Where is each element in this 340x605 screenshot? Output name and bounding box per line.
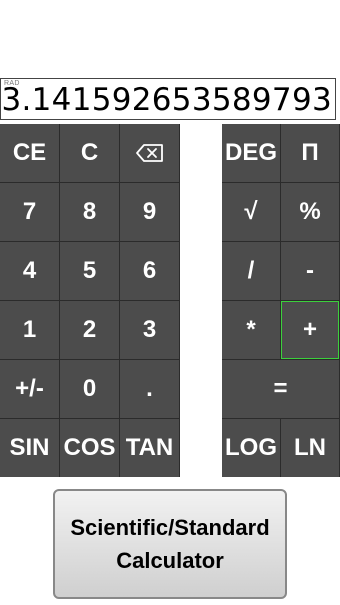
multiply-button[interactable]: * <box>222 301 280 359</box>
percent-button[interactable]: % <box>281 183 339 241</box>
digit-6-button[interactable]: 6 <box>120 242 179 300</box>
right-keypad: DEG Π √% / - * + = LOG LN <box>222 124 340 477</box>
sin-button[interactable]: SIN <box>0 419 59 477</box>
pi-button[interactable]: Π <box>281 124 339 182</box>
digit-3-button[interactable]: 3 <box>120 301 179 359</box>
deg-button[interactable]: DEG <box>222 124 280 182</box>
display-value: 3.141592653589793 <box>1 82 332 118</box>
digit-0-button[interactable]: 0 <box>60 360 119 418</box>
clear-button[interactable]: C <box>60 124 119 182</box>
log-button[interactable]: LOG <box>222 419 280 477</box>
calculator-display: RAD 3.141592653589793 <box>0 78 336 120</box>
mode-button-line2: Calculator <box>116 548 224 573</box>
backspace-icon <box>135 144 163 162</box>
sqrt-button[interactable]: √ <box>222 183 280 241</box>
tan-button[interactable]: TAN <box>120 419 179 477</box>
left-keypad: CE C 7 8 9 4 5 6 1 2 3 +/- 0. SIN COS TAN <box>0 124 180 477</box>
scientific-standard-toggle-button[interactable]: Scientific/Standard Calculator <box>53 489 287 599</box>
clear-entry-button[interactable]: CE <box>0 124 59 182</box>
decimal-button[interactable]: . <box>120 360 179 418</box>
minus-button[interactable]: - <box>281 242 339 300</box>
divide-button[interactable]: / <box>222 242 280 300</box>
mode-button-line1: Scientific/Standard <box>70 515 270 540</box>
digit-7-button[interactable]: 7 <box>0 183 59 241</box>
digit-4-button[interactable]: 4 <box>0 242 59 300</box>
plus-button[interactable]: + <box>281 301 339 359</box>
plus-minus-button[interactable]: +/- <box>0 360 59 418</box>
backspace-button[interactable] <box>120 124 179 182</box>
digit-9-button[interactable]: 9 <box>120 183 179 241</box>
digit-5-button[interactable]: 5 <box>60 242 119 300</box>
digit-8-button[interactable]: 8 <box>60 183 119 241</box>
cos-button[interactable]: COS <box>60 419 119 477</box>
digit-2-button[interactable]: 2 <box>60 301 119 359</box>
equals-button[interactable]: = <box>222 360 339 418</box>
digit-1-button[interactable]: 1 <box>0 301 59 359</box>
ln-button[interactable]: LN <box>281 419 339 477</box>
